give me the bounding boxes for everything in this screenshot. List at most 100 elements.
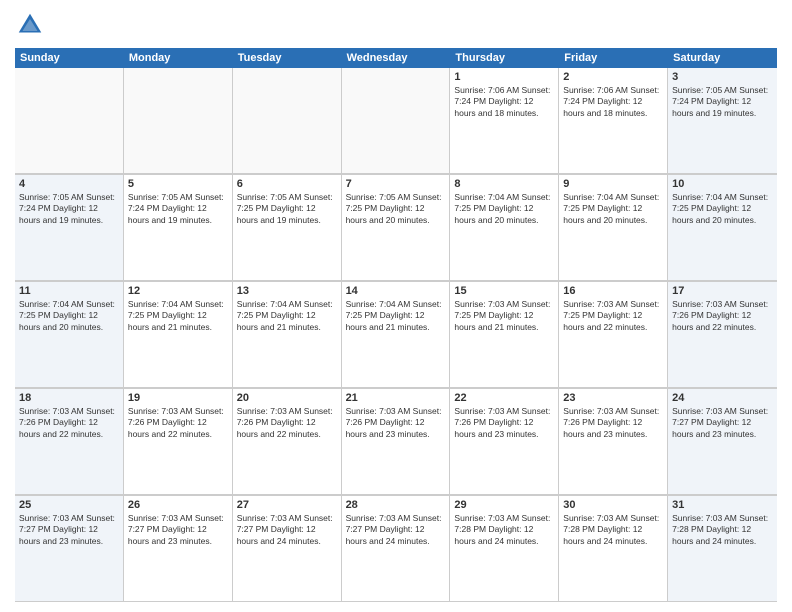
day-info: Sunrise: 7:03 AM Sunset: 7:27 PM Dayligh… xyxy=(346,513,446,547)
cal-cell: 10Sunrise: 7:04 AM Sunset: 7:25 PM Dayli… xyxy=(668,175,777,281)
cal-cell: 17 Sunrise: 7:03 AM Sunset: 7:26 PM Dayli… xyxy=(668,282,777,388)
day-number: 31 xyxy=(672,499,773,511)
day-info: Sunrise: 7:04 AM Sunset: 7:25 PM Dayligh… xyxy=(346,299,446,333)
day-info: Sunrise: 7:04 AM Sunset: 7:25 PM Dayligh… xyxy=(454,192,554,226)
day-info: Sunrise: 7:04 AM Sunset: 7:25 PM Dayligh… xyxy=(128,299,228,333)
day-info: Sunrise: 7:05 AM Sunset: 7:25 PM Dayligh… xyxy=(237,192,337,226)
day-info: Sunrise: 7:03 AM Sunset: 7:26 PM Dayligh… xyxy=(237,406,337,440)
day-number: 23 xyxy=(563,392,663,404)
day-number: 6 xyxy=(237,178,337,190)
day-number: 17 xyxy=(672,285,773,297)
day-number: 13 xyxy=(237,285,337,297)
header-day-friday: Friday xyxy=(559,48,668,68)
day-info: Sunrise: 7:05 AM Sunset: 7:24 PM Dayligh… xyxy=(672,85,773,119)
cal-cell: 9Sunrise: 7:04 AM Sunset: 7:25 PM Daylig… xyxy=(559,175,668,281)
day-number: 7 xyxy=(346,178,446,190)
day-number: 12 xyxy=(128,285,228,297)
cal-cell: 6 Sunrise: 7:05 AM Sunset: 7:25 PM Daylig… xyxy=(233,175,342,281)
day-number: 20 xyxy=(237,392,337,404)
cal-cell xyxy=(342,68,451,174)
day-info: Sunrise: 7:03 AM Sunset: 7:26 PM Dayligh… xyxy=(672,299,773,333)
logo xyxy=(15,10,49,40)
day-number: 30 xyxy=(563,499,663,511)
day-number: 21 xyxy=(346,392,446,404)
day-info: Sunrise: 7:04 AM Sunset: 7:25 PM Dayligh… xyxy=(19,299,119,333)
cal-cell: 23Sunrise: 7:03 AM Sunset: 7:26 PM Dayli… xyxy=(559,389,668,495)
day-info: Sunrise: 7:03 AM Sunset: 7:28 PM Dayligh… xyxy=(672,513,773,547)
day-number: 2 xyxy=(563,71,663,83)
day-number: 22 xyxy=(454,392,554,404)
cal-cell: 18Sunrise: 7:03 AM Sunset: 7:26 PM Dayli… xyxy=(15,389,124,495)
day-info: Sunrise: 7:03 AM Sunset: 7:27 PM Dayligh… xyxy=(19,513,119,547)
day-number: 28 xyxy=(346,499,446,511)
cal-cell: 2 Sunrise: 7:06 AM Sunset: 7:24 PM Daylig… xyxy=(559,68,668,174)
cal-cell: 16 Sunrise: 7:03 AM Sunset: 7:25 PM Dayli… xyxy=(559,282,668,388)
header-day-wednesday: Wednesday xyxy=(342,48,451,68)
day-info: Sunrise: 7:03 AM Sunset: 7:26 PM Dayligh… xyxy=(128,406,228,440)
cal-cell: 27 Sunrise: 7:03 AM Sunset: 7:27 PM Dayli… xyxy=(233,496,342,602)
header-day-monday: Monday xyxy=(124,48,233,68)
day-number: 16 xyxy=(563,285,663,297)
day-info: Sunrise: 7:03 AM Sunset: 7:26 PM Dayligh… xyxy=(19,406,119,440)
day-number: 25 xyxy=(19,499,119,511)
day-number: 15 xyxy=(454,285,554,297)
logo-icon xyxy=(15,10,45,40)
header-day-saturday: Saturday xyxy=(668,48,777,68)
cal-cell: 4 Sunrise: 7:05 AM Sunset: 7:24 PM Daylig… xyxy=(15,175,124,281)
page: SundayMondayTuesdayWednesdayThursdayFrid… xyxy=(0,0,792,612)
cal-cell: 14Sunrise: 7:04 AM Sunset: 7:25 PM Dayli… xyxy=(342,282,451,388)
calendar-body: 1Sunrise: 7:06 AM Sunset: 7:24 PM Daylig… xyxy=(15,68,777,602)
day-info: Sunrise: 7:03 AM Sunset: 7:28 PM Dayligh… xyxy=(454,513,554,547)
cal-cell: 8Sunrise: 7:04 AM Sunset: 7:25 PM Daylig… xyxy=(450,175,559,281)
day-number: 27 xyxy=(237,499,337,511)
day-number: 11 xyxy=(19,285,119,297)
cal-cell xyxy=(233,68,342,174)
day-info: Sunrise: 7:03 AM Sunset: 7:25 PM Dayligh… xyxy=(563,299,663,333)
header-day-sunday: Sunday xyxy=(15,48,124,68)
cal-cell: 28 Sunrise: 7:03 AM Sunset: 7:27 PM Dayli… xyxy=(342,496,451,602)
cal-cell: 26 Sunrise: 7:03 AM Sunset: 7:27 PM Dayli… xyxy=(124,496,233,602)
cal-cell: 12 Sunrise: 7:04 AM Sunset: 7:25 PM Dayli… xyxy=(124,282,233,388)
week-row-1: 4 Sunrise: 7:05 AM Sunset: 7:24 PM Daylig… xyxy=(15,175,777,282)
day-number: 4 xyxy=(19,178,119,190)
day-info: Sunrise: 7:05 AM Sunset: 7:25 PM Dayligh… xyxy=(346,192,446,226)
day-info: Sunrise: 7:03 AM Sunset: 7:27 PM Dayligh… xyxy=(237,513,337,547)
day-number: 10 xyxy=(672,178,773,190)
cal-cell: 31 Sunrise: 7:03 AM Sunset: 7:28 PM Dayli… xyxy=(668,496,777,602)
cal-cell: 3 Sunrise: 7:05 AM Sunset: 7:24 PM Daylig… xyxy=(668,68,777,174)
calendar: SundayMondayTuesdayWednesdayThursdayFrid… xyxy=(15,48,777,602)
day-info: Sunrise: 7:03 AM Sunset: 7:26 PM Dayligh… xyxy=(454,406,554,440)
day-number: 29 xyxy=(454,499,554,511)
week-row-2: 11 Sunrise: 7:04 AM Sunset: 7:25 PM Dayli… xyxy=(15,282,777,389)
cal-cell: 20 Sunrise: 7:03 AM Sunset: 7:26 PM Dayli… xyxy=(233,389,342,495)
day-info: Sunrise: 7:03 AM Sunset: 7:27 PM Dayligh… xyxy=(672,406,773,440)
day-info: Sunrise: 7:03 AM Sunset: 7:26 PM Dayligh… xyxy=(346,406,446,440)
cal-cell: 13 Sunrise: 7:04 AM Sunset: 7:25 PM Dayli… xyxy=(233,282,342,388)
week-row-4: 25 Sunrise: 7:03 AM Sunset: 7:27 PM Dayli… xyxy=(15,496,777,602)
cal-cell: 29 Sunrise: 7:03 AM Sunset: 7:28 PM Dayli… xyxy=(450,496,559,602)
cal-cell: 22 Sunrise: 7:03 AM Sunset: 7:26 PM Dayli… xyxy=(450,389,559,495)
day-info: Sunrise: 7:03 AM Sunset: 7:25 PM Dayligh… xyxy=(454,299,554,333)
calendar-header: SundayMondayTuesdayWednesdayThursdayFrid… xyxy=(15,48,777,68)
cal-cell: 15 Sunrise: 7:03 AM Sunset: 7:25 PM Dayli… xyxy=(450,282,559,388)
day-number: 3 xyxy=(672,71,773,83)
day-number: 5 xyxy=(128,178,228,190)
day-number: 24 xyxy=(672,392,773,404)
cal-cell: 25 Sunrise: 7:03 AM Sunset: 7:27 PM Dayli… xyxy=(15,496,124,602)
day-number: 19 xyxy=(128,392,228,404)
cal-cell: 7 Sunrise: 7:05 AM Sunset: 7:25 PM Daylig… xyxy=(342,175,451,281)
header xyxy=(15,10,777,40)
cal-cell xyxy=(124,68,233,174)
day-info: Sunrise: 7:04 AM Sunset: 7:25 PM Dayligh… xyxy=(563,192,663,226)
cal-cell: 1Sunrise: 7:06 AM Sunset: 7:24 PM Daylig… xyxy=(450,68,559,174)
cal-cell: 21 Sunrise: 7:03 AM Sunset: 7:26 PM Dayli… xyxy=(342,389,451,495)
week-row-3: 18Sunrise: 7:03 AM Sunset: 7:26 PM Dayli… xyxy=(15,389,777,496)
day-info: Sunrise: 7:06 AM Sunset: 7:24 PM Dayligh… xyxy=(563,85,663,119)
day-info: Sunrise: 7:03 AM Sunset: 7:27 PM Dayligh… xyxy=(128,513,228,547)
cal-cell: 19 Sunrise: 7:03 AM Sunset: 7:26 PM Dayli… xyxy=(124,389,233,495)
day-info: Sunrise: 7:03 AM Sunset: 7:28 PM Dayligh… xyxy=(563,513,663,547)
day-number: 26 xyxy=(128,499,228,511)
day-info: Sunrise: 7:05 AM Sunset: 7:24 PM Dayligh… xyxy=(19,192,119,226)
day-info: Sunrise: 7:04 AM Sunset: 7:25 PM Dayligh… xyxy=(237,299,337,333)
cal-cell: 24 Sunrise: 7:03 AM Sunset: 7:27 PM Dayli… xyxy=(668,389,777,495)
